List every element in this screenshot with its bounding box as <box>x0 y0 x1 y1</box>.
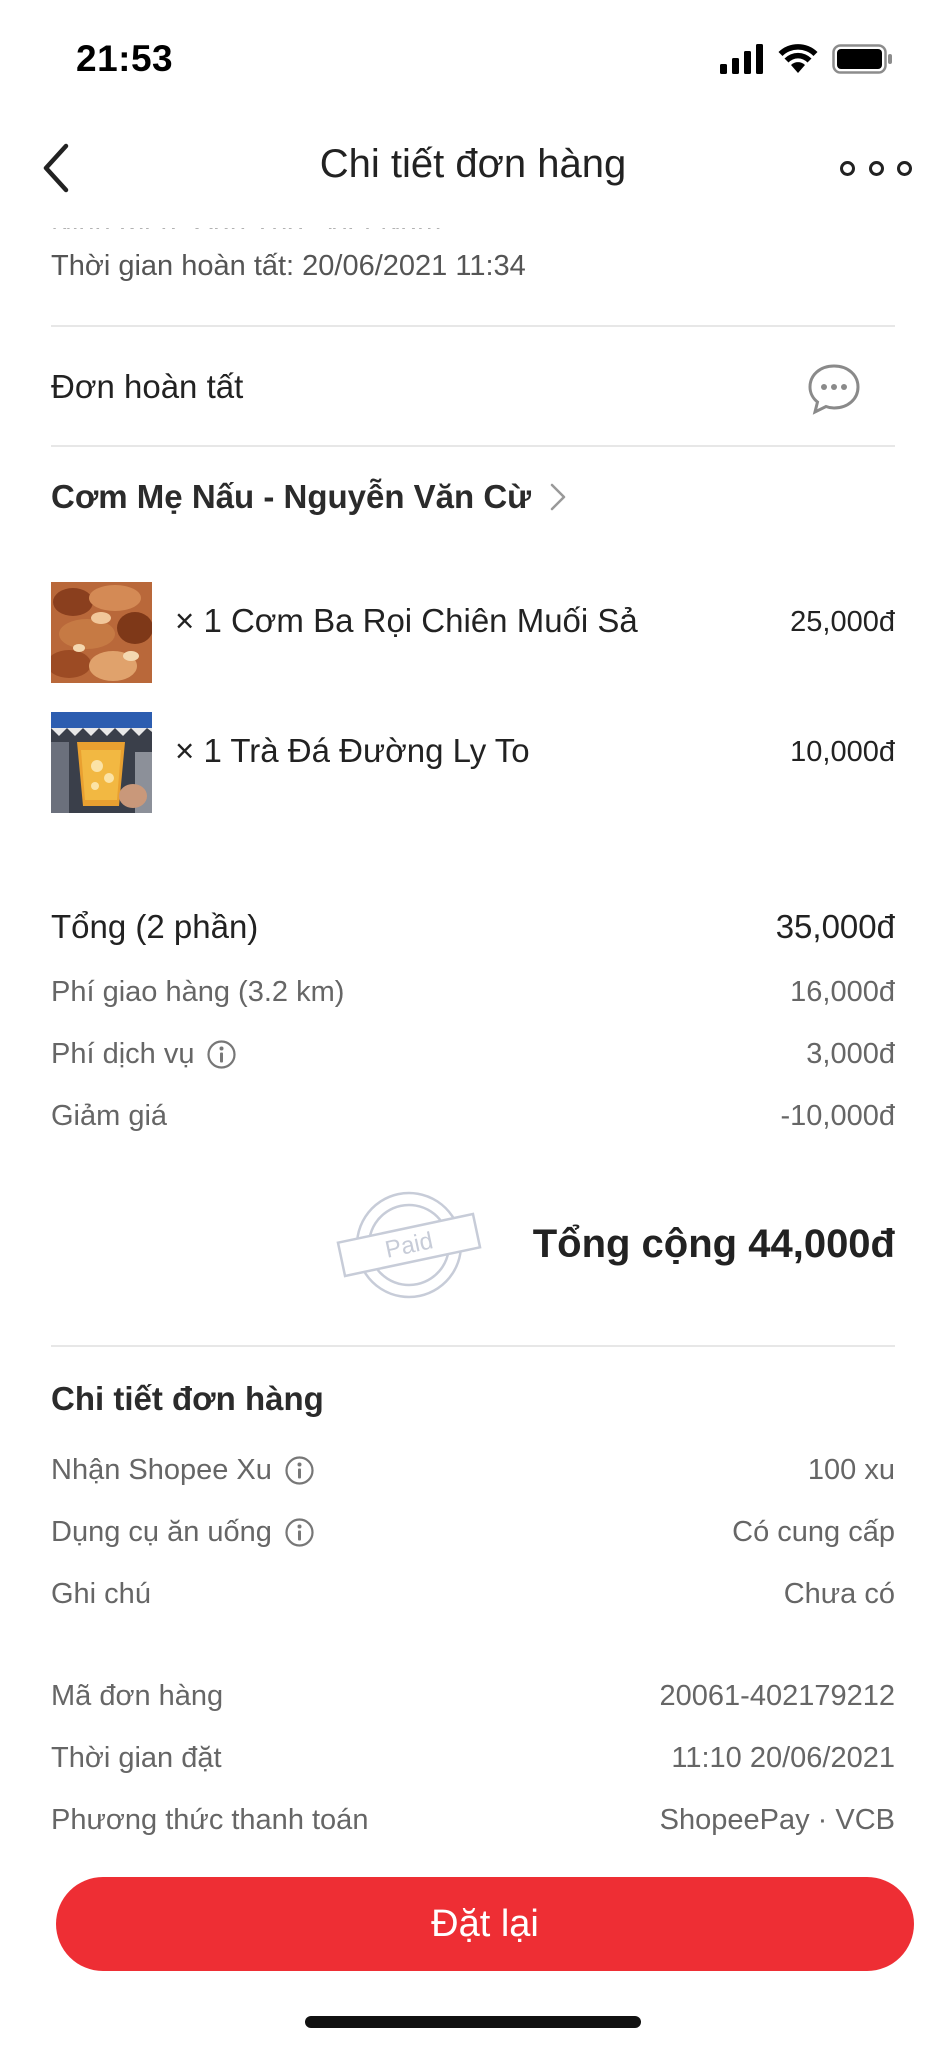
divider <box>51 445 895 447</box>
payment-method-label: Phương thức thanh toán <box>51 1804 369 1836</box>
status-time: 21:53 <box>76 38 174 79</box>
order-item: × 1 Cơm Ba Rọi Chiên Muối Sả 25,000đ <box>51 582 895 684</box>
restaurant-name: Cơm Mẹ Nấu - Nguyễn Văn Cừ <box>51 478 532 515</box>
order-id-row: Mã đơn hàng 20061-402179212 <box>51 1680 895 1713</box>
status-bar: 21:53 <box>0 0 946 110</box>
discount-label: Giảm giá <box>51 1100 168 1132</box>
chat-bubble-icon[interactable] <box>806 362 862 416</box>
payment-method-value: ShopeePay · VCB <box>659 1804 895 1836</box>
divider <box>51 1345 895 1347</box>
cutlery-row: Dụng cụ ăn uống Có cung cấp <box>51 1516 895 1549</box>
service-fee-value: 3,000đ <box>806 1038 895 1070</box>
shopee-xu-label-group: Nhận Shopee Xu <box>51 1454 315 1487</box>
order-detail-screen: 21:53 Ninh Kiều, Cần Thơ, Việt Nam <box>0 0 946 2048</box>
nav-bar: Chi tiết đơn hàng <box>0 110 946 228</box>
order-id-label: Mã đơn hàng <box>51 1680 224 1712</box>
order-item: × 1 Trà Đá Đường Ly To 10,000đ <box>51 712 895 814</box>
note-row: Ghi chú Chưa có <box>51 1578 895 1611</box>
reorder-button[interactable]: Đặt lại <box>56 1877 914 1971</box>
order-id-value: 20061-402179212 <box>659 1680 895 1712</box>
restaurant-link[interactable]: Cơm Mẹ Nấu - Nguyễn Văn Cừ <box>51 478 567 516</box>
more-dot-icon <box>840 160 855 176</box>
subtotal-label: Tổng (2 phần) <box>51 908 259 945</box>
more-dot-icon <box>897 160 912 176</box>
order-status: Đơn hoàn tất <box>51 368 244 405</box>
paid-stamp: Paid <box>336 1191 482 1299</box>
wifi-icon <box>778 44 818 73</box>
home-indicator <box>305 2016 641 2028</box>
shopee-xu-value: 100 xu <box>807 1454 895 1486</box>
fried-pork-rice-photo <box>51 582 152 683</box>
note-label: Ghi chú <box>51 1578 151 1610</box>
service-fee-row: Phí dịch vụ 3,000đ <box>51 1038 895 1071</box>
order-time-value: 11:10 20/06/2021 <box>671 1742 895 1774</box>
more-options-button[interactable] <box>840 150 912 186</box>
info-icon[interactable] <box>284 1455 315 1486</box>
service-fee-label-group: Phí dịch vụ <box>51 1038 237 1071</box>
grand-total: Tổng cộng 44,000đ <box>532 1222 895 1266</box>
more-dot-icon <box>868 160 884 176</box>
delivery-fee-label: Phí giao hàng (3.2 km) <box>51 976 345 1008</box>
discount-row: Giảm giá -10,000đ <box>51 1100 895 1133</box>
delivery-fee-value: 16,000đ <box>790 976 895 1008</box>
subtotal-value: 35,000đ <box>775 908 895 945</box>
chevron-right-icon <box>550 483 566 511</box>
cutlery-label: Dụng cụ ăn uống <box>51 1516 272 1548</box>
completed-time: Thời gian hoàn tất: 20/06/2021 11:34 <box>51 250 526 282</box>
item-price: 25,000đ <box>790 606 895 638</box>
item-name: × 1 Cơm Ba Rọi Chiên Muối Sả <box>175 602 638 639</box>
info-icon[interactable] <box>284 1517 315 1548</box>
iced-tea-photo <box>51 712 152 813</box>
details-section-title: Chi tiết đơn hàng <box>51 1380 324 1417</box>
subtotal-row: Tổng (2 phần) 35,000đ <box>51 908 895 946</box>
item-price: 10,000đ <box>790 736 895 768</box>
service-fee-label: Phí dịch vụ <box>51 1038 195 1070</box>
payment-method-row: Phương thức thanh toán ShopeePay · VCB <box>51 1804 895 1837</box>
battery-icon <box>832 44 892 74</box>
shopee-xu-row: Nhận Shopee Xu 100 xu <box>51 1454 895 1487</box>
note-value: Chưa có <box>783 1578 895 1610</box>
status-icons <box>720 44 894 74</box>
page-title: Chi tiết đơn hàng <box>319 142 627 186</box>
discount-value: -10,000đ <box>780 1100 896 1132</box>
info-icon[interactable] <box>206 1039 237 1070</box>
divider <box>51 325 895 327</box>
cutlery-label-group: Dụng cụ ăn uống <box>51 1516 315 1549</box>
cutlery-value: Có cung cấp <box>732 1516 895 1548</box>
order-time-label: Thời gian đặt <box>51 1742 222 1774</box>
shopee-xu-label: Nhận Shopee Xu <box>51 1454 272 1486</box>
cellular-signal-icon <box>720 44 763 74</box>
order-time-row: Thời gian đặt 11:10 20/06/2021 <box>51 1742 895 1775</box>
delivery-fee-row: Phí giao hàng (3.2 km) 16,000đ <box>51 976 895 1009</box>
item-name: × 1 Trà Đá Đường Ly To <box>175 732 530 769</box>
